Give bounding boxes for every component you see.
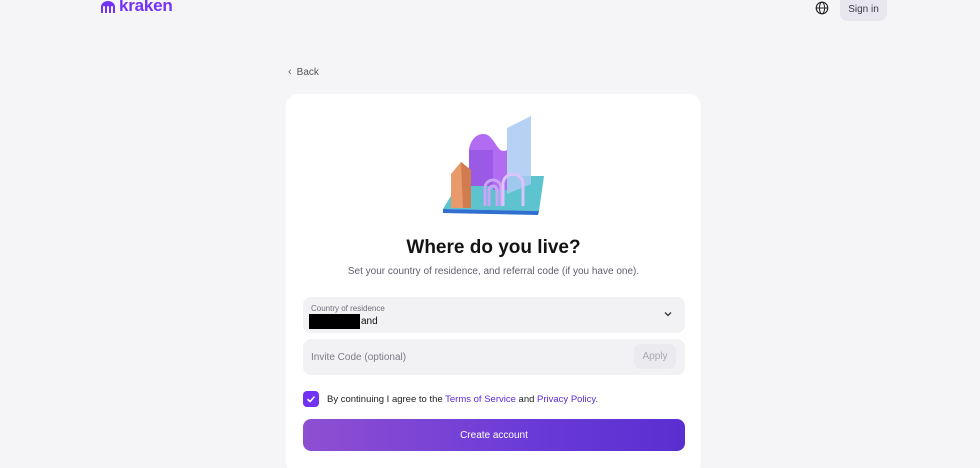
country-value: and [361,316,378,327]
create-account-button[interactable]: Create account [303,419,685,451]
page-subtitle: Set your country of residence, and refer… [347,266,640,277]
country-select[interactable]: Country of residence and [303,297,685,333]
chevron-left-icon: ‹ [288,66,292,78]
invite-code-input[interactable] [311,349,611,365]
terms-checkbox[interactable] [303,391,319,407]
redacted-block [309,314,360,329]
terms-consent: By continuing I agree to the Terms of Se… [303,391,598,407]
globe-icon[interactable] [815,1,829,15]
back-label: Back [296,66,319,78]
consent-text: By continuing I agree to the Terms of Se… [327,393,599,405]
logo-wordmark: kraken [119,0,173,15]
top-bar: kraken Sign in [0,0,980,26]
kraken-logo-icon [101,1,115,13]
invite-code-field: Apply [303,339,685,375]
kraken-logo[interactable]: kraken [100,0,173,16]
signup-card: Where do you live? Set your country of r… [286,94,701,468]
back-link[interactable]: ‹ Back [288,66,319,78]
sign-in-button[interactable]: Sign in [840,0,887,21]
country-label: Country of residence [311,304,385,313]
chevron-down-icon [664,312,672,317]
checkmark-icon [306,395,316,403]
terms-of-service-link[interactable]: Terms of Service [445,394,516,405]
page-title: Where do you live? [406,237,581,258]
apply-button[interactable]: Apply [634,344,676,369]
privacy-policy-link[interactable]: Privacy Policy [537,394,595,405]
buildings-illustration [443,116,544,215]
